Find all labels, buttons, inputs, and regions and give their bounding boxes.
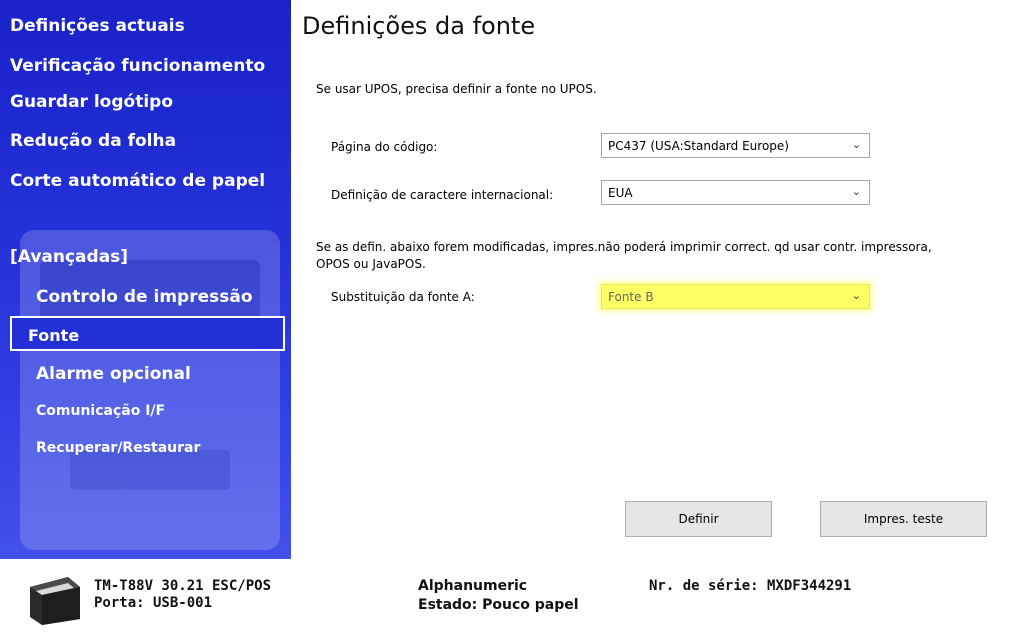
sidebar-item-font-label: Fonte (28, 326, 80, 345)
printer-model: TM-T88V 30.21 ESC/POS (94, 578, 272, 594)
sidebar-item-print-control[interactable]: Controlo de impressão (36, 287, 253, 307)
sidebar-item-paper-reduction[interactable]: Redução da folha (10, 131, 176, 151)
chevron-down-icon: ⌄ (851, 138, 861, 151)
warning-line-2: OPOS ou JavaPOS. (316, 257, 426, 271)
sidebar-nav: Definições actuais Verificação funcionam… (0, 0, 291, 559)
code-page-label: Página do código: (331, 140, 438, 154)
sidebar-item-optional-alarm[interactable]: Alarme opcional (36, 364, 191, 384)
sidebar-item-operation-check[interactable]: Verificação funcionamento (10, 56, 265, 76)
font-a-substitution-select[interactable]: Fonte B ⌄ (601, 284, 870, 309)
code-page-value: PC437 (USA:Standard Europe) (608, 139, 789, 153)
printer-serial: Nr. de série: MXDF344291 (649, 578, 852, 594)
page-title: Definições da fonte (302, 12, 536, 40)
chevron-down-icon: ⌄ (851, 289, 861, 302)
chevron-down-icon: ⌄ (851, 185, 861, 198)
sidebar-item-save-logo[interactable]: Guardar logótipo (10, 92, 173, 112)
printer-status: Estado: Pouco papel (418, 597, 579, 613)
warning-line-1: Se as defin. abaixo forem modificadas, i… (316, 240, 932, 254)
code-page-select[interactable]: PC437 (USA:Standard Europe) ⌄ (601, 133, 870, 158)
intl-charset-label: Definição de caractere internacional: (331, 188, 554, 202)
intl-charset-value: EUA (608, 186, 633, 200)
sidebar-item-font[interactable]: Fonte (10, 316, 285, 351)
upos-note: Se usar UPOS, precisa definir a fonte no… (316, 82, 597, 96)
font-a-substitution-label: Substituição da fonte A: (331, 290, 475, 304)
sidebar-item-communication-if[interactable]: Comunicação I/F (36, 403, 165, 419)
printer-type: Alphanumeric (418, 578, 528, 594)
define-button[interactable]: Definir (625, 501, 772, 537)
printer-port: Porta: USB-001 (94, 595, 213, 611)
font-a-substitution-value: Fonte B (608, 290, 654, 304)
print-test-button[interactable]: Impres. teste (820, 501, 987, 537)
intl-charset-select[interactable]: EUA ⌄ (601, 180, 870, 205)
status-footer: TM-T88V 30.21 ESC/POS Porta: USB-001 Alp… (0, 559, 1011, 639)
sidebar-item-auto-cut[interactable]: Corte automático de papel (10, 171, 265, 191)
sidebar-item-recover-restore[interactable]: Recuperar/Restaurar (36, 440, 200, 456)
printer-icon (30, 577, 80, 625)
sidebar-advanced-header: [Avançadas] (10, 247, 129, 267)
sidebar-item-current-settings[interactable]: Definições actuais (10, 16, 185, 36)
